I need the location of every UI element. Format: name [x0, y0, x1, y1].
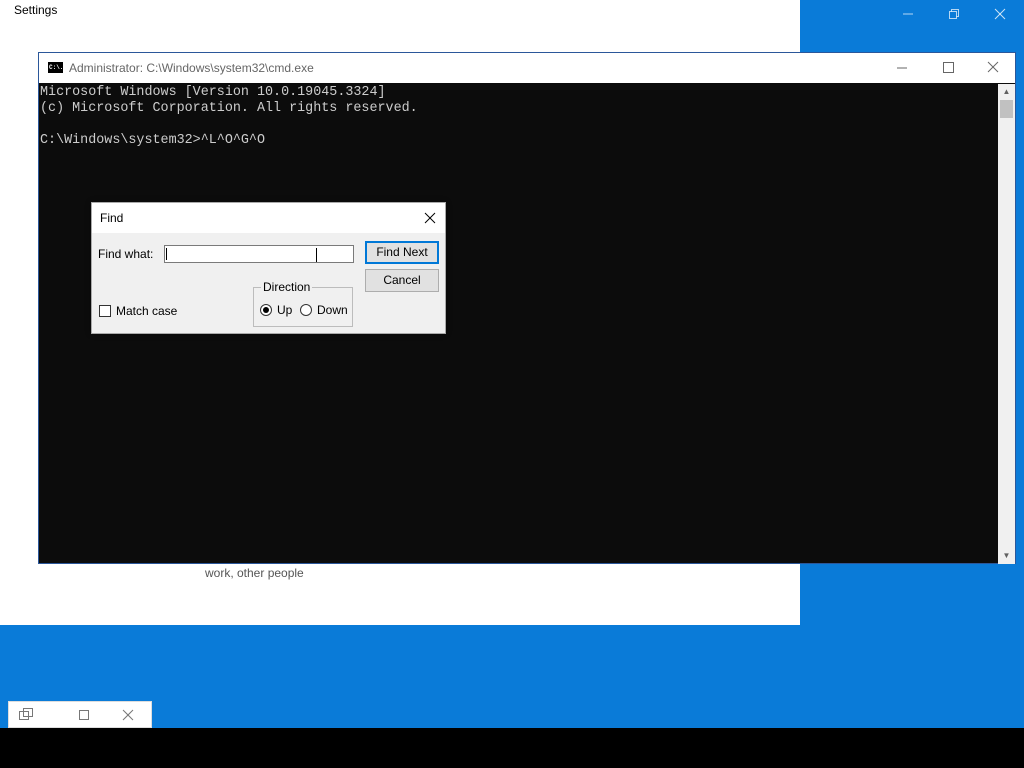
vertical-scrollbar[interactable]: ▲ ▼ [998, 84, 1015, 564]
scroll-down-arrow-icon[interactable]: ▼ [998, 548, 1015, 564]
direction-down-radio[interactable] [300, 304, 312, 316]
cmd-title: Administrator: C:\Windows\system32\cmd.e… [69, 61, 314, 75]
find-next-button[interactable]: Find Next [365, 241, 439, 264]
find-titlebar[interactable]: Find [92, 203, 445, 233]
console-icon: C:\. [48, 62, 64, 73]
settings-partial-text: work, other people [205, 566, 304, 580]
ibeam-cursor-icon [316, 248, 317, 262]
maximize-icon [79, 710, 89, 720]
close-icon [424, 212, 436, 224]
direction-up-label[interactable]: Up [277, 303, 292, 317]
direction-up-radio[interactable] [260, 304, 272, 316]
find-close-button[interactable] [419, 207, 441, 229]
console-line: Microsoft Windows [Version 10.0.19045.33… [40, 85, 386, 100]
scroll-up-arrow-icon[interactable]: ▲ [998, 84, 1015, 100]
direction-down-label[interactable]: Down [317, 303, 348, 317]
restore-icon [949, 9, 959, 19]
direction-group: Direction Up Down [253, 280, 353, 327]
close-icon [122, 709, 134, 721]
settings-restore-button[interactable] [944, 6, 964, 26]
settings-close-button[interactable] [990, 6, 1010, 26]
cmd-maximize-button[interactable] [925, 53, 971, 83]
direction-legend: Direction [261, 280, 313, 294]
minimize-icon [897, 67, 907, 69]
cmd-minimize-button[interactable] [879, 53, 925, 83]
close-icon [994, 8, 1006, 20]
scroll-thumb[interactable] [1000, 100, 1013, 118]
close-icon [987, 61, 999, 73]
find-dialog: Find Find what: Find Next Cancel Match c… [91, 202, 446, 334]
console-prompt-line: C:\Windows\system32>^L^O^G^O [40, 133, 265, 148]
minimize-icon [903, 13, 913, 15]
cancel-button[interactable]: Cancel [365, 269, 439, 292]
minimized-window-thumbnail[interactable] [8, 701, 152, 728]
settings-minimize-button[interactable] [898, 6, 918, 26]
restore-icon [19, 708, 33, 720]
text-caret [166, 248, 167, 260]
cmd-close-button[interactable] [970, 53, 1016, 83]
match-case-label[interactable]: Match case [116, 304, 177, 318]
maximize-icon [943, 62, 954, 73]
find-what-input[interactable] [164, 245, 354, 263]
cmd-titlebar[interactable]: C:\. Administrator: C:\Windows\system32\… [39, 53, 1015, 83]
console-line: (c) Microsoft Corporation. All rights re… [40, 101, 418, 116]
find-what-label: Find what: [98, 247, 154, 261]
match-case-checkbox[interactable] [99, 305, 111, 317]
settings-title: Settings [14, 3, 58, 17]
taskbar [0, 728, 1024, 768]
find-title: Find [100, 211, 124, 225]
